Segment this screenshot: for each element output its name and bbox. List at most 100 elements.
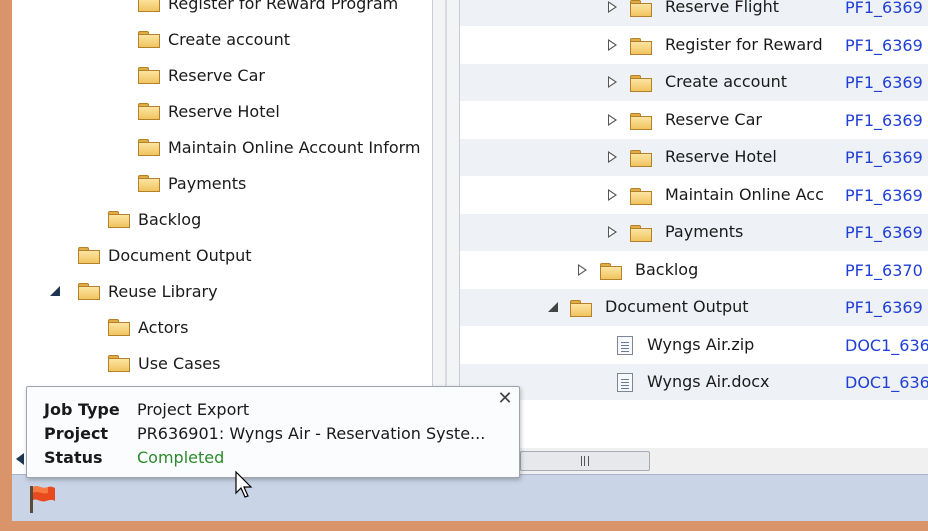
tree-item[interactable]: Payments — [138, 168, 246, 198]
tooltip-row-project: Project PR636901: Wyngs Air - Reservatio… — [44, 421, 485, 445]
horizontal-scrollbar[interactable] — [460, 448, 928, 474]
item-id-link[interactable]: PF1_6369 — [845, 64, 923, 101]
tree-item[interactable]: Document Output — [78, 240, 252, 270]
collapse-caret-icon[interactable] — [50, 286, 60, 296]
folder-icon — [600, 262, 622, 280]
scrollbar-thumb[interactable] — [520, 451, 650, 471]
item-name: Payments — [665, 222, 744, 241]
grid-row[interactable]: Register for Reward PF1_6369 — [460, 27, 928, 64]
expand-triangle-icon[interactable] — [608, 113, 617, 126]
grid-row[interactable]: Document Output PF1_6369 — [460, 289, 928, 326]
tree-item[interactable]: Backlog — [108, 204, 201, 234]
tree-item[interactable]: Reserve Car — [138, 60, 265, 90]
item-id-link[interactable]: DOC1_636 — [845, 364, 928, 400]
tree-item[interactable]: Actors — [108, 312, 188, 342]
status-label: Status — [44, 447, 103, 467]
folder-icon — [630, 75, 652, 92]
expand-triangle-icon[interactable] — [608, 76, 617, 88]
tree-item-label: Document Output — [108, 245, 252, 265]
mouse-pointer-icon — [235, 471, 253, 498]
folder-icon — [138, 0, 160, 12]
expand-triangle-icon[interactable] — [578, 263, 587, 276]
item-id-link[interactable]: PF1_6369 — [845, 139, 923, 176]
item-id-link[interactable]: PF1_6370 — [845, 252, 923, 289]
name-cell: Document Output — [460, 289, 830, 326]
tree-item-label: Create account — [168, 29, 290, 49]
item-name: Create account — [665, 72, 787, 91]
tree-item[interactable]: Reuse Library — [78, 276, 218, 306]
tree-item[interactable]: Maintain Online Account Inform — [138, 132, 421, 162]
folder-icon — [138, 139, 160, 156]
collapse-left-icon[interactable] — [16, 453, 24, 465]
folder-icon — [108, 211, 130, 228]
flag-icon[interactable] — [26, 483, 58, 515]
item-id-link[interactable]: PF1_6369 — [845, 0, 923, 26]
grid-row[interactable]: Create account PF1_6369 — [460, 64, 928, 101]
collapse-triangle-icon[interactable] — [548, 302, 558, 312]
item-id-link[interactable]: DOC1_636 — [845, 327, 928, 364]
tree-item[interactable]: Reserve Hotel — [138, 96, 280, 126]
expand-triangle-icon[interactable] — [608, 38, 617, 51]
grid-row[interactable]: Wyngs Air.docx DOC1_636 — [460, 364, 928, 400]
grid-row[interactable]: Reserve Car PF1_6369 — [460, 102, 928, 139]
tree-item-label: Actors — [138, 317, 189, 337]
grid-row[interactable]: Payments PF1_6369 — [460, 214, 928, 251]
name-cell: Register for Reward — [460, 27, 830, 64]
name-cell: Reserve Flight — [460, 0, 830, 26]
folder-icon — [630, 0, 652, 17]
project-label: Project — [44, 423, 109, 443]
tree-item-label: Payments — [168, 173, 247, 193]
name-cell: Reserve Car — [460, 102, 830, 139]
item-id-link[interactable]: PF1_6369 — [845, 289, 923, 326]
tree-item-label: Maintain Online Account Inform — [168, 137, 421, 157]
job-type-value: Project Export — [137, 399, 250, 419]
expand-triangle-icon[interactable] — [608, 188, 617, 201]
expand-triangle-icon[interactable] — [608, 1, 617, 13]
project-value: PR636901: Wyngs Air - Reservation Syste.… — [137, 423, 486, 443]
item-name: Reserve Car — [665, 109, 762, 129]
document-icon — [617, 373, 633, 392]
tree-item[interactable]: Create account — [138, 24, 290, 54]
item-name: Backlog — [635, 259, 699, 279]
scrollbar-grip-icon — [581, 456, 589, 466]
name-cell: Backlog — [460, 252, 830, 289]
status-value: Completed — [137, 447, 225, 467]
item-name: Maintain Online Acc — [665, 184, 824, 204]
tree-item-label: Reserve Hotel — [168, 101, 280, 121]
tree-item-label: Use Cases — [138, 353, 221, 373]
folder-icon — [138, 31, 160, 48]
folder-icon — [78, 247, 100, 264]
grid-row[interactable]: Backlog PF1_6370 — [460, 252, 928, 289]
tree-item[interactable]: Register for Reward Program — [138, 0, 398, 18]
folder-icon — [138, 175, 160, 192]
expand-triangle-icon[interactable] — [608, 151, 617, 163]
folder-icon — [138, 67, 160, 84]
tree-item[interactable]: Use Cases — [108, 348, 220, 378]
tree-item-label: Register for Reward Program — [168, 0, 399, 13]
item-id-link[interactable]: PF1_6369 — [845, 214, 923, 251]
close-icon[interactable]: ✕ — [497, 390, 513, 408]
job-type-label: Job Type — [44, 399, 120, 419]
name-cell: Create account — [460, 64, 830, 101]
name-cell: Wyngs Air.zip — [460, 327, 830, 364]
grid-row[interactable]: Reserve Hotel PF1_6369 — [460, 139, 928, 176]
document-icon — [617, 335, 633, 355]
item-name: Reserve Hotel — [665, 147, 777, 166]
item-name: Document Output — [605, 297, 749, 316]
name-cell: Maintain Online Acc — [460, 177, 830, 214]
folder-icon — [630, 150, 652, 167]
grid-row[interactable]: Wyngs Air.zip DOC1_636 — [460, 327, 928, 364]
item-id-link[interactable]: PF1_6369 — [845, 102, 923, 139]
job-status-tooltip: ✕ Job Type Project Export Project PR6369… — [26, 386, 520, 478]
grid-row[interactable]: Reserve Flight PF1_6369 — [460, 0, 928, 26]
folder-icon — [570, 300, 592, 317]
item-id-link[interactable]: PF1_6369 — [845, 177, 923, 214]
tree-item-label: Reuse Library — [108, 281, 218, 301]
expand-triangle-icon[interactable] — [608, 226, 617, 238]
status-bar — [12, 474, 928, 521]
item-id-link[interactable]: PF1_6369 — [845, 27, 923, 64]
grid-row[interactable]: Maintain Online Acc PF1_6369 — [460, 177, 928, 214]
item-name: Wyngs Air.zip — [647, 334, 755, 354]
name-cell: Reserve Hotel — [460, 139, 830, 176]
item-name: Register for Reward — [665, 34, 823, 54]
